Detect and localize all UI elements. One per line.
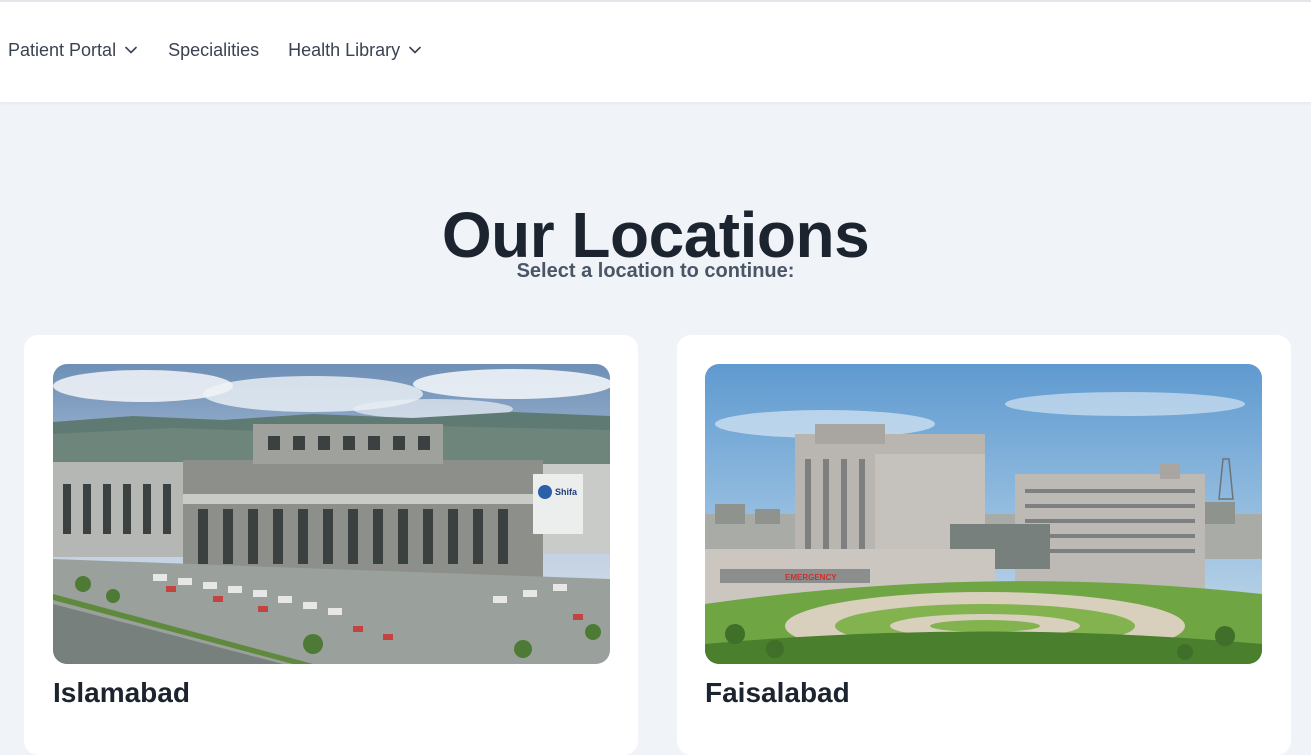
nav-item-label: Patient Portal — [8, 39, 117, 60]
location-name: Islamabad — [53, 677, 190, 708]
islamabad-hospital-photo: Shifa — [53, 364, 610, 664]
nav-item-specialities[interactable]: Specialities — [168, 38, 259, 62]
emergency-sign-text: EMERGENCY — [785, 573, 837, 582]
hospital-sign-text: Shifa — [555, 487, 578, 497]
faisalabad-hospital-photo: EMERGENCY — [705, 364, 1262, 664]
location-card-islamabad[interactable]: Shifa Islamabad — [24, 335, 638, 755]
page-subtitle: Select a location to continue: — [516, 260, 795, 282]
main-nav: Patient Portal Specialities Health Libra… — [8, 38, 422, 62]
chevron-down-icon — [408, 43, 422, 57]
nav-item-patient-portal[interactable]: Patient Portal — [8, 38, 138, 62]
nav-item-label: Specialities — [168, 39, 260, 60]
chevron-down-icon — [124, 43, 138, 57]
nav-item-health-library[interactable]: Health Library — [288, 38, 422, 62]
nav-item-label: Health Library — [288, 39, 401, 60]
location-card-faisalabad[interactable]: EMERGENCY Faisalabad — [677, 335, 1291, 755]
top-navigation-bar: Patient Portal Specialities Health Libra… — [0, 0, 1311, 103]
location-name: Faisalabad — [705, 677, 850, 708]
